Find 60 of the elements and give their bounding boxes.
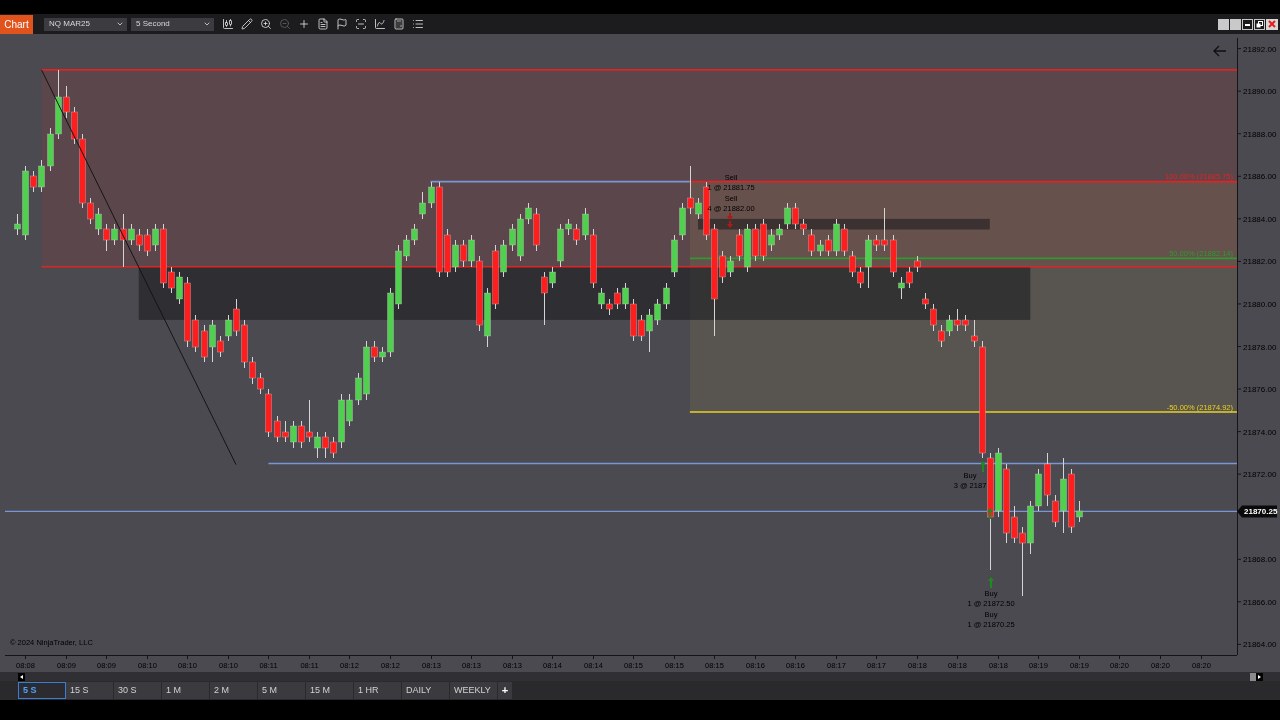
right-triangle-icon bbox=[1258, 674, 1261, 679]
price-axis-label: 21864.00 bbox=[1243, 640, 1277, 650]
price-axis-label: 21888.00 bbox=[1243, 129, 1277, 139]
price-axis-label: 21872.00 bbox=[1243, 470, 1277, 480]
price-axis-label: 21866.00 bbox=[1243, 597, 1277, 607]
interval-dropdown[interactable]: 5 Second bbox=[131, 17, 214, 31]
pencil-icon[interactable] bbox=[241, 18, 253, 30]
interval-tab[interactable]: 30 S bbox=[114, 682, 162, 699]
price-axis-label: 21868.00 bbox=[1243, 555, 1277, 565]
chevron-down-icon bbox=[116, 20, 124, 28]
window-button[interactable] bbox=[1230, 18, 1241, 30]
zoom-in-icon[interactable] bbox=[260, 18, 272, 30]
interval-tab[interactable]: WEEKLY bbox=[450, 682, 498, 699]
up-arrow-icon bbox=[987, 508, 993, 519]
scrollbar-thumb[interactable] bbox=[1250, 672, 1256, 681]
document-icon[interactable] bbox=[317, 18, 329, 30]
scroll-right-button[interactable] bbox=[1256, 672, 1263, 681]
price-axis-label: 21886.00 bbox=[1243, 172, 1277, 182]
candlestick bbox=[663, 282, 670, 310]
candlestick bbox=[419, 191, 426, 220]
interval-tab[interactable]: 2 M bbox=[210, 682, 258, 699]
price-axis-label: 21882.00 bbox=[1243, 257, 1277, 267]
interval-tab[interactable]: 5 S bbox=[18, 682, 66, 699]
candlestick-icon[interactable] bbox=[222, 18, 234, 30]
instrument-dropdown[interactable]: NQ MAR25 bbox=[44, 17, 127, 31]
add-tab-button[interactable]: + bbox=[498, 682, 512, 699]
price-axis-label: 21876.00 bbox=[1243, 385, 1277, 395]
minimize-icon bbox=[1243, 19, 1252, 29]
scroll-left-button[interactable] bbox=[18, 672, 25, 681]
up-arrow-icon bbox=[988, 577, 994, 588]
minimize-button[interactable] bbox=[1242, 18, 1253, 30]
price-axis-label: 21878.00 bbox=[1243, 342, 1277, 352]
left-triangle-icon bbox=[20, 674, 23, 679]
up-arrow-icon bbox=[980, 461, 986, 472]
interval-tab[interactable]: 1 M bbox=[162, 682, 210, 699]
window-button[interactable] bbox=[1218, 18, 1229, 30]
price-axis-label: 21880.00 bbox=[1243, 299, 1277, 309]
price-axis-label: 21892.00 bbox=[1243, 44, 1277, 54]
scan-icon[interactable] bbox=[355, 18, 367, 30]
close-icon bbox=[1268, 20, 1276, 28]
plus-icon[interactable] bbox=[298, 18, 310, 30]
interval-tab[interactable]: 15 S bbox=[66, 682, 114, 699]
close-button[interactable] bbox=[1266, 18, 1278, 30]
restore-icon bbox=[1255, 19, 1264, 29]
line-chart-icon[interactable] bbox=[374, 18, 386, 30]
price-axis-label: 21874.00 bbox=[1243, 427, 1277, 437]
chevron-down-icon bbox=[203, 20, 211, 28]
price-axis-label: 21884.00 bbox=[1243, 214, 1277, 224]
interval-tab[interactable]: DAILY bbox=[402, 682, 450, 699]
price-axis-label: 21890.00 bbox=[1243, 87, 1277, 97]
interval-tab[interactable]: 15 M bbox=[306, 682, 354, 699]
list-icon[interactable] bbox=[412, 18, 424, 30]
last-price-label: 21870.25 bbox=[1237, 505, 1278, 518]
restore-button[interactable] bbox=[1254, 18, 1265, 30]
ref-line-label: 21870.25 bbox=[1244, 507, 1278, 517]
interval-tab[interactable]: 5 M bbox=[258, 682, 306, 699]
flag-icon[interactable] bbox=[336, 18, 348, 30]
chart-tab[interactable]: Chart bbox=[0, 14, 33, 34]
interval-tab[interactable]: 1 HR bbox=[354, 682, 402, 699]
calculator-icon[interactable] bbox=[393, 18, 405, 30]
